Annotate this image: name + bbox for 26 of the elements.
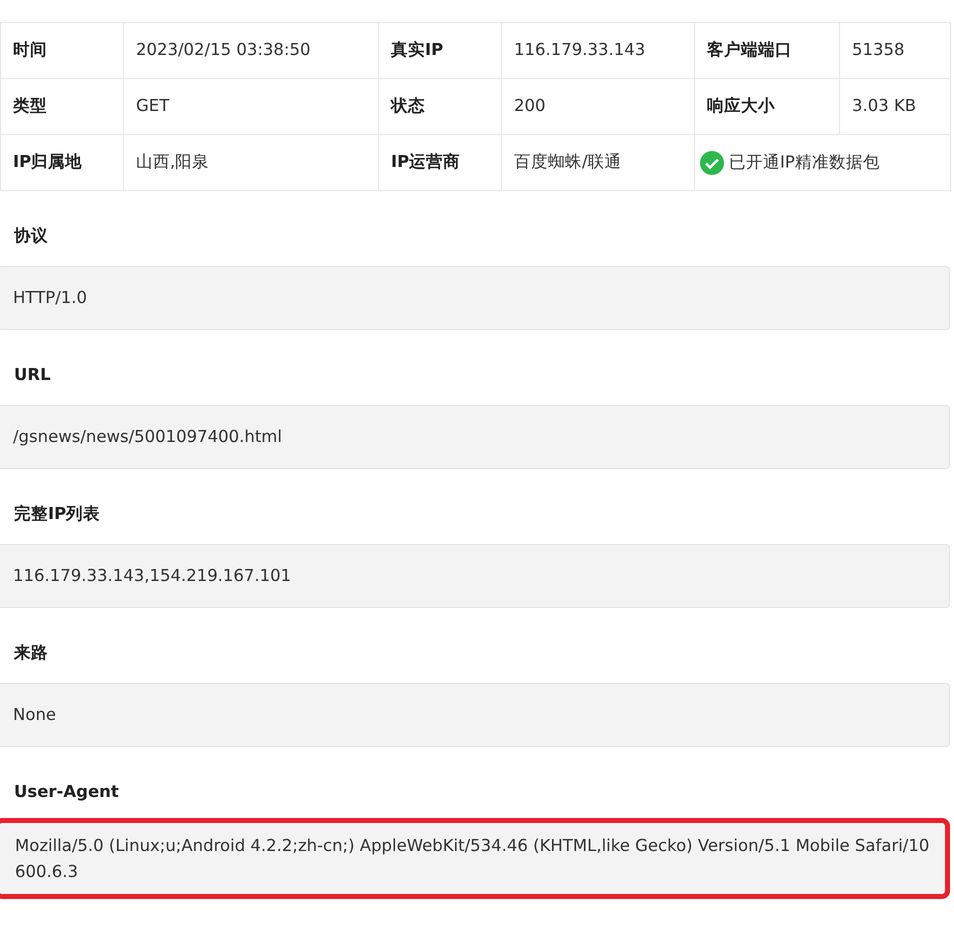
field-value: 百度蜘蛛/联通 — [514, 152, 622, 172]
field-value: 200 — [514, 96, 546, 116]
field-label: IP归属地 — [13, 152, 82, 172]
field-value: 3.03 KB — [852, 96, 916, 116]
field-label: IP运营商 — [391, 152, 460, 172]
section-label: 完整IP列表 — [14, 504, 100, 523]
field-label: 时间 — [13, 40, 47, 60]
field-label: 类型 — [13, 96, 47, 116]
value-box: /gsnews/news/5001097400.html — [0, 405, 950, 469]
value-box: None — [0, 683, 950, 747]
field-value: 116.179.33.143 — [514, 40, 646, 60]
field-value: 2023/02/15 03:38:50 — [136, 40, 310, 60]
field-value: GET — [136, 96, 170, 116]
section-label: User-Agent — [14, 782, 119, 801]
field-value: 51358 — [852, 40, 904, 60]
section-label: URL — [14, 365, 51, 384]
section-label: 来路 — [14, 643, 48, 662]
value-box: 116.179.33.143,154.219.167.101 — [0, 544, 950, 608]
field-label: 真实IP — [391, 40, 444, 60]
value-box: HTTP/1.0 — [0, 266, 950, 330]
field-label: 状态 — [391, 96, 425, 116]
section-label: 协议 — [14, 226, 48, 245]
field-label: 客户端端口 — [707, 40, 792, 60]
field-label: 响应大小 — [707, 96, 775, 116]
field-value: 已开通IP精准数据包 — [729, 152, 880, 172]
field-value: 山西,阳泉 — [136, 152, 210, 172]
